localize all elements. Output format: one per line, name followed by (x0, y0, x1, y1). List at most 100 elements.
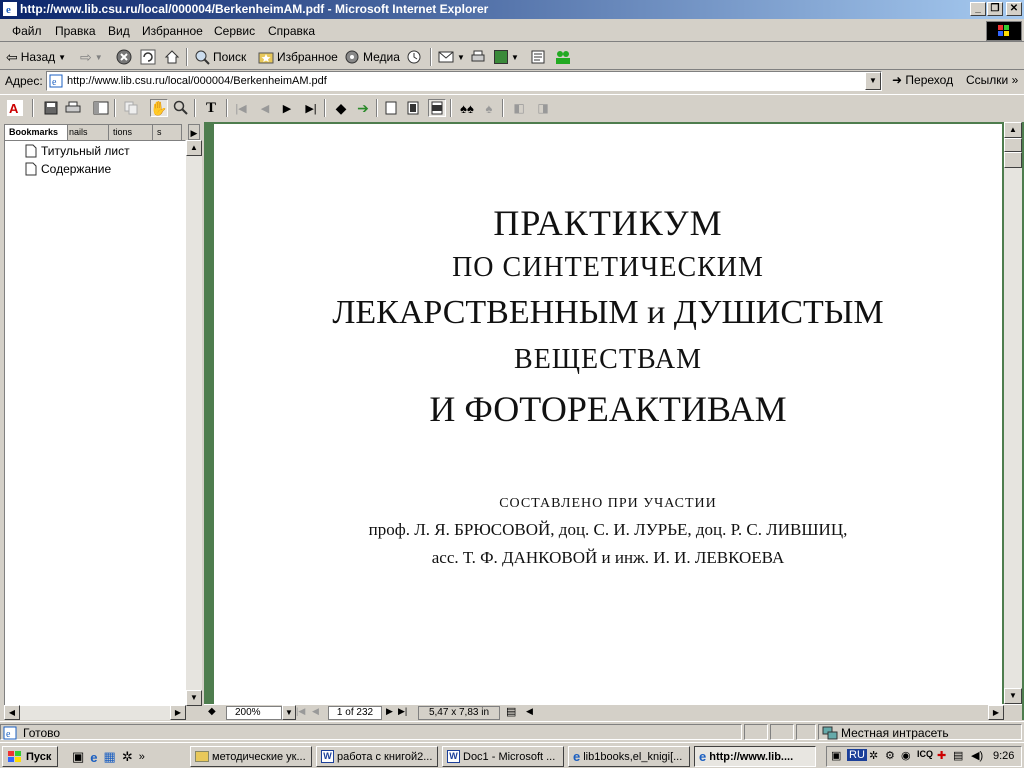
chevron-right-icon[interactable]: » (139, 751, 145, 763)
first-page-button[interactable]: |◀ (232, 99, 250, 117)
fit-page-button[interactable] (404, 99, 422, 117)
save-button[interactable] (42, 99, 60, 117)
refresh-button[interactable] (140, 47, 156, 67)
rotate-left-button[interactable]: ◧ (510, 99, 528, 117)
rotate-right-icon: ◨ (537, 101, 549, 115)
antivirus-tray-icon[interactable]: ✚ (937, 749, 946, 762)
scroll-right-button[interactable]: ▶ (988, 705, 1004, 720)
tray-app-icon[interactable]: ICQ (917, 749, 933, 759)
task-word-1[interactable]: W работа с книгой2... (316, 746, 438, 767)
back-button[interactable]: ⇦ Назад ▼ (6, 47, 66, 67)
scroll-down-button[interactable]: ▼ (186, 690, 202, 706)
bookmarks-horizontal-scrollbar[interactable]: ◀ ▶ (4, 705, 186, 720)
zoom-tool-button[interactable] (172, 99, 190, 117)
scroll-left-button[interactable]: ◀ (4, 705, 20, 720)
go-forward-view-button[interactable]: ➔ (354, 99, 372, 117)
text-select-button[interactable]: T (202, 99, 220, 117)
previous-page-button[interactable]: ◀ (256, 99, 274, 117)
address-input[interactable]: e http://www.lib.csu.ru/local/000004/Ber… (46, 71, 882, 91)
tab-thumbnails[interactable]: nails (64, 124, 110, 140)
go-button[interactable]: ➜ Переход (892, 73, 953, 87)
page-layout-icon[interactable]: ▤ (506, 705, 516, 718)
search-pdf-button[interactable]: ♠ (480, 99, 498, 117)
task-ie-active[interactable]: e http://www.lib.... (694, 746, 816, 767)
bookmarks-vertical-scrollbar[interactable]: ▲ ▼ (186, 140, 202, 706)
task-word-2[interactable]: W Doc1 - Microsoft ... (442, 746, 564, 767)
fit-width-button[interactable] (428, 99, 446, 117)
tab-annotations[interactable]: tions (108, 124, 154, 140)
tab-bookmarks[interactable]: Bookmarks (4, 124, 68, 140)
menu-edit[interactable]: Правка (55, 24, 96, 38)
show-navigation-pane-button[interactable] (92, 99, 110, 117)
app-quicklaunch-icon[interactable]: ✲ (122, 749, 133, 765)
favorites-button[interactable]: Избранное (258, 47, 338, 67)
page-number-field[interactable]: 1 of 232 (328, 706, 382, 720)
edit-button[interactable]: ▼ (494, 47, 519, 67)
task-folder[interactable]: методические ук... (190, 746, 312, 767)
prev-page-small-icon[interactable]: ◀ (312, 706, 319, 717)
copy-button[interactable] (122, 99, 140, 117)
task-ie-1[interactable]: e lib1books,el_knigi[... (568, 746, 690, 767)
next-page-button[interactable]: ▶ (278, 99, 296, 117)
last-page-small-icon[interactable]: ▶| (398, 706, 407, 717)
zoom-field[interactable]: 200% (226, 706, 282, 720)
history-button[interactable] (406, 47, 422, 67)
scroll-up-button[interactable]: ▲ (1004, 122, 1022, 138)
menu-view[interactable]: Вид (108, 24, 130, 38)
menu-tools[interactable]: Сервис (214, 24, 255, 38)
links-button[interactable]: Ссылки » (966, 73, 1018, 87)
zoom-dropdown-button[interactable]: ▼ (282, 705, 296, 720)
home-button[interactable] (164, 47, 180, 67)
find-button[interactable]: ♠♠ (458, 99, 476, 117)
outlook-icon[interactable]: ▦ (104, 749, 116, 765)
last-page-button[interactable]: ▶| (302, 99, 320, 117)
media-button[interactable]: Медиа (344, 47, 400, 67)
first-page-small-icon[interactable]: |◀ (296, 706, 305, 717)
search-button[interactable]: Поиск (194, 47, 246, 67)
tray-app-icon[interactable]: ✲ (869, 749, 878, 762)
menu-help[interactable]: Справка (268, 24, 315, 38)
close-button[interactable]: ✕ (1006, 2, 1022, 16)
menu-file[interactable]: Файл (12, 24, 42, 38)
desktop-icon[interactable]: ▣ (72, 749, 84, 765)
bookmark-item[interactable]: Содержание (25, 161, 111, 177)
tray-app-icon[interactable]: ▤ (953, 749, 963, 762)
forward-button[interactable]: ⇨ ▼ (80, 47, 103, 67)
clock[interactable]: 9:26 (993, 750, 1014, 762)
pane-menu-arrow[interactable]: ▶ (188, 124, 200, 140)
start-button[interactable]: Пуск (2, 746, 58, 767)
volume-tray-icon[interactable]: ◀) (971, 749, 983, 762)
bookmark-item[interactable]: Титульный лист (25, 143, 130, 159)
language-indicator[interactable]: RU (847, 749, 867, 761)
next-page-small-icon[interactable]: ▶ (386, 706, 393, 717)
scroll-right-button[interactable]: ▶ (170, 705, 186, 720)
tray-app-icon[interactable]: ◉ (901, 749, 911, 762)
address-dropdown-button[interactable]: ▼ (865, 72, 881, 90)
print-button[interactable] (470, 47, 486, 67)
mail-button[interactable]: ▼ (438, 47, 465, 67)
rotate-right-button[interactable]: ◨ (534, 99, 552, 117)
scroll-up-button[interactable]: ▲ (186, 140, 202, 156)
ie-icon[interactable]: e (90, 750, 97, 765)
scroll-down-button[interactable]: ▼ (1004, 688, 1022, 704)
tray-app-icon[interactable]: ⚙ (885, 749, 895, 762)
scroll-thumb[interactable] (1004, 152, 1022, 168)
actual-size-button[interactable] (382, 99, 400, 117)
hand-tool-button[interactable]: ✋ (150, 99, 168, 117)
tab-signatures[interactable]: s (152, 124, 182, 140)
menu-favorites[interactable]: Избранное (142, 24, 203, 38)
stop-button[interactable] (116, 47, 132, 67)
print-pdf-button[interactable] (64, 99, 82, 117)
messenger-button[interactable] (554, 47, 572, 67)
minimize-button[interactable]: _ (970, 2, 986, 16)
scroll-left-small-icon[interactable]: ◀ (526, 706, 533, 717)
acrobat-logo-button[interactable]: A (6, 99, 24, 117)
go-back-view-button[interactable]: ◆ (332, 99, 350, 117)
discuss-button[interactable] (530, 47, 546, 67)
maximize-button[interactable]: ❐ (987, 2, 1003, 16)
discuss-icon (531, 50, 545, 64)
document-vertical-scrollbar[interactable]: ▲ ▼ (1004, 122, 1022, 704)
split-handle-icon[interactable]: ◆ (208, 706, 216, 717)
scroll-thumb[interactable] (1004, 138, 1022, 152)
network-tray-icon[interactable]: ▣ (831, 749, 841, 762)
